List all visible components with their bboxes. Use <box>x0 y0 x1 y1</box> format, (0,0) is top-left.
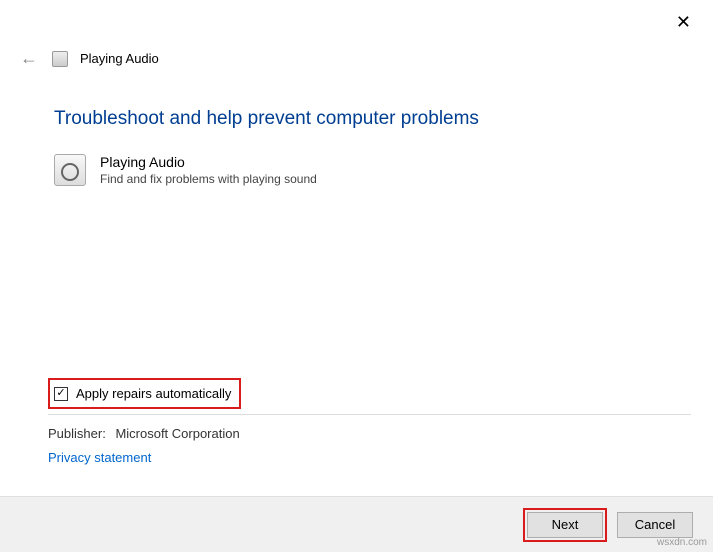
window-title: Playing Audio <box>80 51 159 66</box>
apply-repairs-option[interactable]: ✓ Apply repairs automatically <box>48 378 241 409</box>
publisher-label: Publisher: <box>48 426 106 441</box>
next-button-highlight: Next <box>523 508 607 542</box>
header: ← Playing Audio <box>18 46 159 71</box>
apply-repairs-label: Apply repairs automatically <box>76 386 231 401</box>
troubleshooter-title: Playing Audio <box>100 154 317 170</box>
cancel-button[interactable]: Cancel <box>617 512 693 538</box>
footer-bar: Next Cancel <box>0 496 713 552</box>
publisher-value: Microsoft Corporation <box>115 426 239 441</box>
troubleshooter-icon <box>52 51 68 67</box>
troubleshooter-description: Find and fix problems with playing sound <box>100 172 317 186</box>
audio-icon <box>54 154 86 186</box>
divider <box>48 414 691 415</box>
page-heading: Troubleshoot and help prevent computer p… <box>54 108 683 130</box>
apply-repairs-checkbox[interactable]: ✓ <box>54 387 68 401</box>
watermark: wsxdn.com <box>657 537 707 548</box>
privacy-statement-link[interactable]: Privacy statement <box>48 450 151 465</box>
next-button[interactable]: Next <box>527 512 603 538</box>
back-arrow-icon[interactable]: ← <box>18 46 40 71</box>
close-button[interactable]: ✕ <box>668 8 699 37</box>
publisher-info: Publisher: Microsoft Corporation <box>48 426 240 441</box>
content-area: Troubleshoot and help prevent computer p… <box>54 108 683 186</box>
troubleshooter-row: Playing Audio Find and fix problems with… <box>54 154 683 186</box>
